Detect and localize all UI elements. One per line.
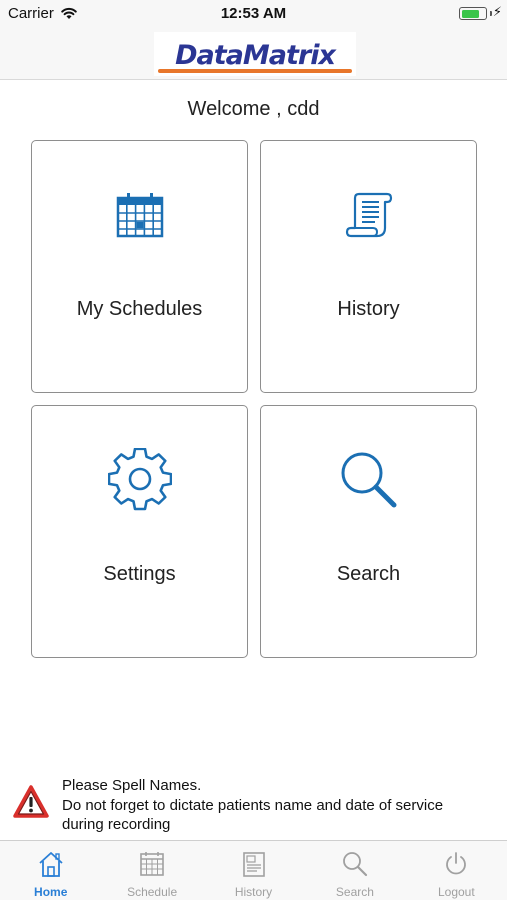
search-label: Search	[336, 563, 401, 585]
battery-tip	[489, 11, 492, 16]
scroll-icon	[261, 185, 476, 245]
tab-home[interactable]: Home	[0, 841, 101, 900]
notice-line-2: Do not forget to dictate patients name a…	[62, 796, 444, 814]
tab-bar: Home Schedule History Search Logout	[0, 840, 507, 900]
tab-history[interactable]: History	[203, 841, 304, 900]
power-icon	[406, 850, 507, 878]
tab-schedule-label: Schedule	[127, 885, 178, 899]
document-icon	[203, 850, 304, 878]
gear-icon	[32, 448, 247, 511]
tab-search[interactable]: Search	[304, 841, 405, 900]
dictation-notice: Please Spell Names. Do not forget to dic…	[0, 775, 507, 837]
settings-label: Settings	[103, 563, 176, 585]
my-schedules-tile[interactable]: My Schedules	[31, 140, 248, 393]
status-bar: Carrier 12:53 AM ⚡	[0, 0, 507, 28]
tab-history-label: History	[234, 885, 273, 899]
app-header: DataMatrix	[0, 28, 507, 80]
warning-icon	[13, 785, 49, 823]
tab-logout-label: Logout	[437, 885, 475, 899]
tab-schedule[interactable]: Schedule	[101, 841, 202, 900]
tab-search-label: Search	[335, 885, 374, 899]
tab-logout[interactable]: Logout	[406, 841, 507, 900]
logo-wordmark: DataMatrix	[175, 40, 336, 71]
app-screen: Carrier 12:53 AM ⚡ DataMatrix Welcome , …	[0, 0, 507, 900]
notice-text: Please Spell Names. Do not forget to dic…	[62, 776, 502, 835]
calendar-icon	[101, 850, 202, 878]
history-tile[interactable]: History	[260, 140, 477, 393]
magnifier-icon	[304, 850, 405, 878]
charging-bolt-icon: ⚡	[492, 4, 502, 19]
welcome-message: Welcome , cdd	[187, 98, 320, 120]
clock: 12:53 AM	[220, 5, 287, 22]
notice-line-3: during recording	[62, 816, 171, 833]
datamatrix-logo: DataMatrix	[154, 32, 356, 76]
history-label: History	[337, 298, 400, 320]
notice-line-1: Please Spell Names.	[62, 777, 202, 794]
calendar-icon	[32, 185, 247, 245]
home-icon	[0, 850, 101, 878]
logo-swoosh	[158, 69, 352, 73]
settings-tile[interactable]: Settings	[31, 405, 248, 658]
battery-icon	[459, 7, 487, 20]
magnifier-icon	[261, 450, 476, 510]
my-schedules-label: My Schedules	[76, 298, 203, 320]
battery-level	[461, 9, 480, 18]
tab-home-label: Home	[34, 885, 68, 899]
search-tile[interactable]: Search	[260, 405, 477, 658]
